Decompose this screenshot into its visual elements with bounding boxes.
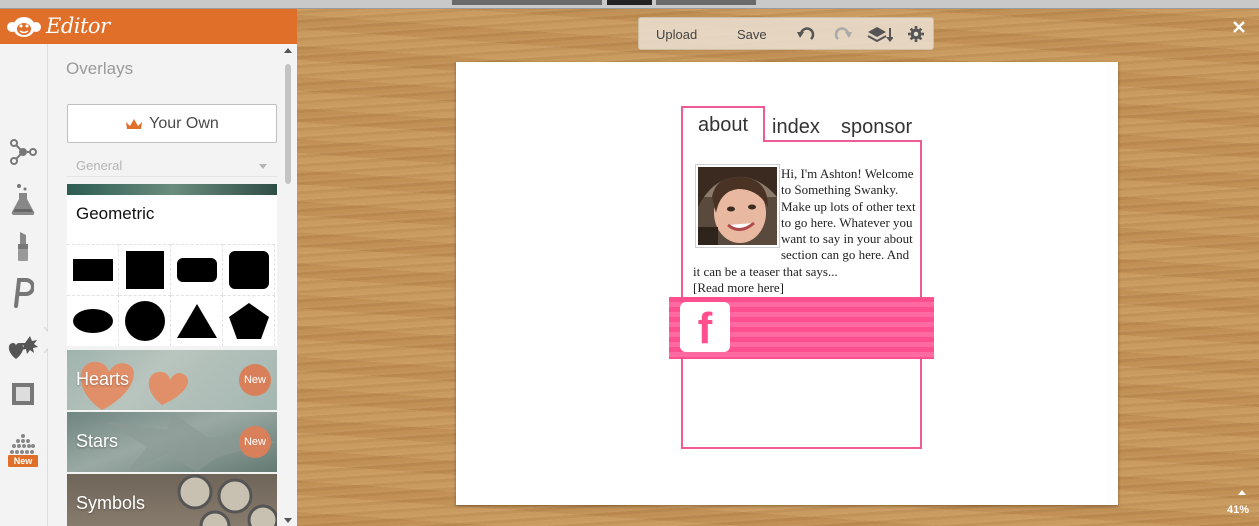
shape-rounded-rectangle[interactable] xyxy=(171,244,223,295)
facebook-icon: f xyxy=(680,302,730,353)
top-strip-tab-active xyxy=(607,0,652,5)
chevron-down-icon xyxy=(259,164,267,169)
symbols-overlay-card[interactable]: Symbols xyxy=(67,474,277,526)
browser-top-strip xyxy=(0,0,1259,9)
tab-sponsor: sponsor xyxy=(841,116,913,138)
close-icon[interactable] xyxy=(1232,20,1246,34)
upload-button[interactable]: Upload xyxy=(656,27,697,42)
category-select[interactable]: General xyxy=(67,155,277,177)
shape-grid xyxy=(67,244,277,346)
shape-circle[interactable] xyxy=(119,295,171,346)
stars-new-badge: New xyxy=(239,426,271,458)
monkey-logo-icon xyxy=(7,17,41,37)
save-button[interactable]: Save xyxy=(737,27,767,42)
tool-icon-rail: New xyxy=(0,44,48,526)
settings-gear-icon[interactable] xyxy=(907,26,925,42)
stars-overlay-card[interactable]: Stars New xyxy=(67,412,277,472)
brand-header: Editor xyxy=(0,9,297,44)
top-strip-tab xyxy=(452,0,602,5)
hearts-overlay-card[interactable]: Hearts New xyxy=(67,350,277,410)
overlays-icon[interactable] xyxy=(6,331,40,365)
geometric-title: Geometric xyxy=(76,204,155,223)
panel-scroll-thumb[interactable] xyxy=(285,64,291,184)
scroll-down-arrow-icon[interactable] xyxy=(284,518,292,523)
design-canvas[interactable]: about index sponsor Hi, I'm Ashton! Welc… xyxy=(456,62,1118,505)
text-p-icon[interactable] xyxy=(6,276,40,310)
editor-sidebar: Editor New Overlays Your Own General Geo… xyxy=(0,9,297,526)
geometric-overlay-card: Geometric xyxy=(67,184,277,346)
shape-ellipse[interactable] xyxy=(67,295,119,346)
panel-scrollbar[interactable] xyxy=(283,44,293,526)
symbols-label: Symbols xyxy=(76,493,146,513)
tab-about: about xyxy=(681,106,765,142)
crown-icon xyxy=(126,118,143,129)
zoom-up-arrow-icon[interactable] xyxy=(1238,490,1246,495)
textures-new-badge: New xyxy=(8,455,38,467)
social-band: f xyxy=(669,297,934,359)
geometric-card-strip xyxy=(67,184,277,195)
edit-nodes-icon[interactable] xyxy=(6,135,40,169)
shape-rectangle-wide[interactable] xyxy=(67,244,119,295)
redo-icon[interactable] xyxy=(834,26,852,42)
category-select-value: General xyxy=(76,158,123,173)
scroll-up-arrow-icon[interactable] xyxy=(284,48,292,53)
hearts-label: Hearts xyxy=(76,369,130,389)
photo-float-spacer xyxy=(693,166,781,248)
tab-index: index xyxy=(772,116,820,138)
overlays-panel: Overlays Your Own General Geometric Hear… xyxy=(48,44,297,526)
zoom-level[interactable]: 41% xyxy=(1227,504,1249,516)
frames-icon[interactable] xyxy=(6,377,40,411)
shape-triangle[interactable] xyxy=(171,295,223,346)
top-strip-tab xyxy=(656,0,756,5)
app-title: Editor xyxy=(46,14,110,38)
layers-icon[interactable] xyxy=(867,26,893,42)
hearts-new-badge: New xyxy=(239,364,271,396)
effects-flask-icon[interactable] xyxy=(6,182,40,216)
your-own-label: Your Own xyxy=(149,114,219,132)
shape-rounded-square[interactable] xyxy=(223,244,275,295)
editor-toolbar: Upload Save xyxy=(638,17,934,50)
undo-icon[interactable] xyxy=(797,26,815,42)
shape-square[interactable] xyxy=(119,244,171,295)
touch-up-lipstick-icon[interactable] xyxy=(6,229,40,263)
panel-title: Overlays xyxy=(66,59,134,78)
your-own-button[interactable]: Your Own xyxy=(67,104,277,143)
stars-label: Stars xyxy=(76,431,119,451)
shape-pentagon[interactable] xyxy=(223,295,275,346)
read-more-link: [Read more here] xyxy=(693,280,784,296)
about-text-block: Hi, I'm Ashton! Welcome to Something Swa… xyxy=(693,166,919,296)
